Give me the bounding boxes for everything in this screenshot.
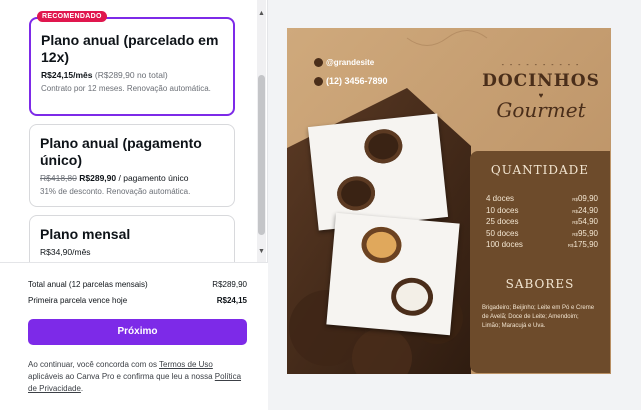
plan-note: Contrato por 12 meses. Renovação automát… — [41, 84, 211, 93]
next-button[interactable]: Próximo — [28, 319, 247, 345]
contact-handle: @grandesite — [314, 58, 374, 68]
plan-price: R$34,90/mês — [40, 247, 91, 257]
brigadeiro-image — [335, 174, 377, 213]
flavors-text: Brigadeiro; Beijinho; Leite em Pó e Crem… — [482, 305, 595, 329]
price-list-item: 4 doces R$09,90 — [486, 194, 598, 203]
sweet-image — [389, 275, 435, 318]
price-list-item: 50 doces R$95,90 — [486, 228, 598, 238]
scroll-thumb[interactable] — [258, 75, 265, 235]
terms-of-use-link[interactable]: Termos de Uso — [159, 360, 213, 369]
brigadeiro-image — [362, 127, 405, 166]
summary-first-installment-label: Primeira parcela vence hoje — [28, 296, 128, 305]
summary-total-value: R$289,90 — [212, 280, 247, 289]
design-preview[interactable]: @grandesite (12) 3456-7890 - - - - - - -… — [287, 28, 611, 374]
scroll-up-arrow-icon[interactable]: ▲ — [257, 10, 266, 18]
summary-total-label: Total anual (12 parcelas mensais) — [28, 280, 148, 289]
scroll-down-arrow-icon[interactable]: ▼ — [257, 248, 266, 256]
quantidade-heading: QUANTIDADE — [490, 163, 590, 177]
user-icon — [314, 58, 323, 68]
title-gourmet: Gourmet — [496, 98, 586, 122]
price-list-item: 10 doces R$24,90 — [486, 205, 598, 215]
contact-phone: (12) 3456-7890 — [314, 76, 388, 87]
plan-monthly[interactable]: Plano mensal R$34,90/mês — [29, 215, 235, 262]
price-list-item: 25 doces R$54,90 — [486, 217, 598, 226]
price-list: 4 doces R$09,90 10 doces R$24,90 25 doces R… — [486, 193, 598, 251]
brigadeiro-photo-2 — [326, 212, 460, 336]
design-title: - - - - - - - - - - DOCINHOS ♥ Gourmet — [473, 62, 609, 122]
plan-title: Plano anual (parcelado em 12x) — [41, 32, 219, 65]
order-summary: Total anual (12 parcelas mensais) R$289,… — [0, 262, 268, 410]
sabores-heading: SABORES — [505, 277, 575, 291]
plan-annual-installments[interactable]: Plano anual (parcelado em 12x) R$24,15/m… — [29, 17, 235, 116]
decor-dash: - - - - - - - - - - — [501, 62, 581, 69]
plan-list-scrollbar[interactable]: ▲ ▼ — [257, 0, 266, 262]
recommended-badge: RECOMENDADO — [37, 11, 107, 22]
old-price: R$418,80 — [40, 173, 77, 183]
plan-title: Plano mensal — [40, 226, 131, 242]
title-docinhos: DOCINHOS — [482, 71, 600, 91]
phone-icon — [314, 77, 323, 87]
plan-price: R$24,15/mês (R$289,90 no total) — [41, 70, 168, 80]
legal-text: Ao continuar, você concorda com os Termo… — [28, 360, 242, 393]
brigadeiro-photo-1 — [307, 113, 449, 231]
summary-total-row: Total anual (12 parcelas mensais) R$289,… — [28, 280, 247, 289]
plan-annual-single-payment[interactable]: Plano anual (pagamento único) R$418,80 R… — [29, 124, 235, 207]
checkout-panel: RECOMENDADO Plano anual (parcelado em 12… — [0, 0, 268, 410]
sweet-image — [360, 225, 403, 265]
summary-first-installment-value: R$24,15 — [216, 296, 247, 305]
price-menu: QUANTIDADE 4 doces R$09,90 10 doces R$24,9… — [470, 151, 610, 373]
plan-price: R$418,80 R$289,90 / pagamento único — [40, 173, 189, 183]
summary-first-installment-row: Primeira parcela vence hoje R$24,15 — [28, 296, 247, 305]
price-list-item: 100 doces R$175,90 — [486, 240, 598, 249]
plan-title: Plano anual (pagamento único) — [40, 135, 202, 168]
plan-note: 31% de desconto. Renovação automática. — [40, 187, 191, 196]
plan-list[interactable]: RECOMENDADO Plano anual (parcelado em 12… — [0, 0, 268, 262]
